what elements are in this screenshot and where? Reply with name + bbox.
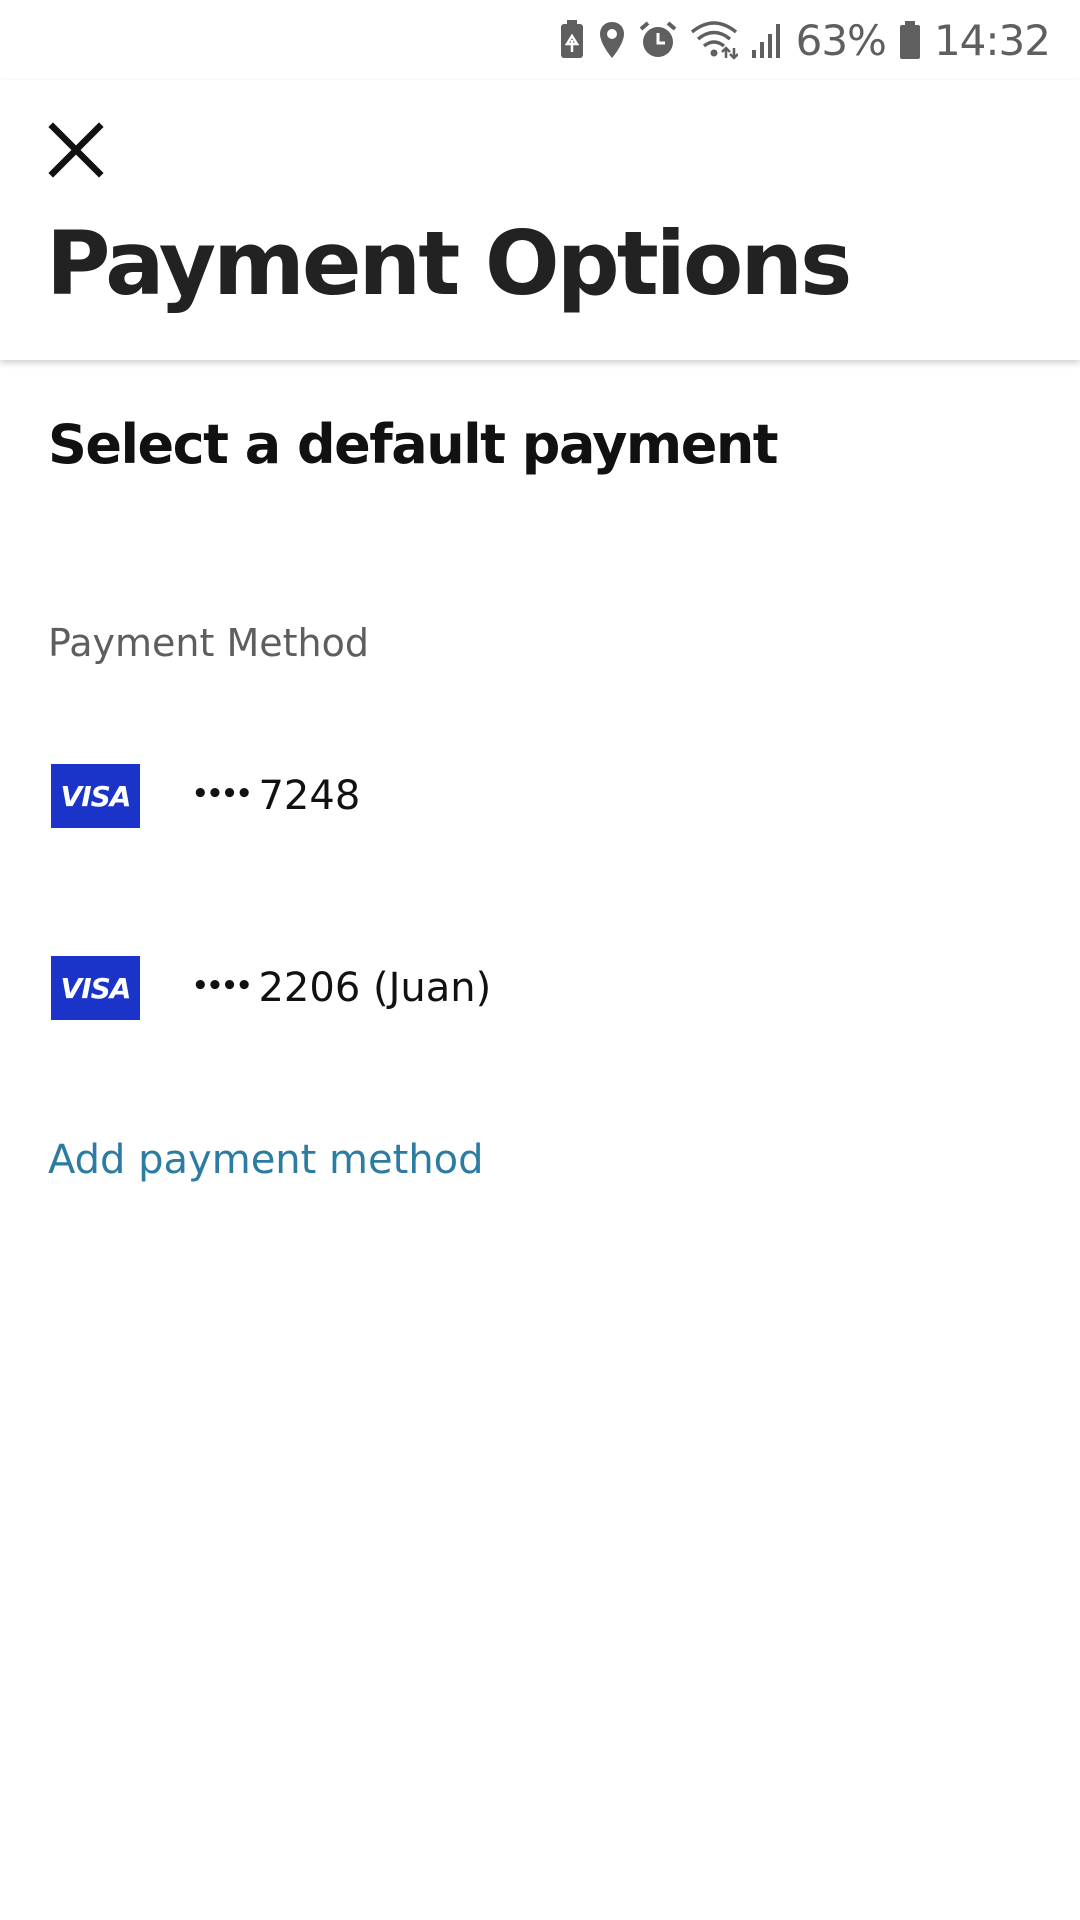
section-heading: Select a default payment: [48, 413, 779, 476]
payment-options-screen: 63% 14:32 Payment Options Select a defau…: [0, 0, 1080, 1920]
signal-icon: [750, 20, 784, 60]
location-icon: [598, 20, 626, 60]
page-title: Payment Options: [46, 212, 852, 315]
alarm-icon: [638, 20, 678, 60]
wifi-icon: [690, 20, 738, 60]
header: Payment Options: [0, 80, 1080, 360]
payment-method-row[interactable]: VISA •••• 2206 (Juan): [0, 918, 1080, 1058]
close-icon: [47, 121, 105, 183]
battery-icon: [898, 20, 922, 60]
payment-method-label: Payment Method: [48, 621, 369, 665]
close-button[interactable]: [40, 116, 112, 188]
status-bar: 63% 14:32: [0, 0, 1080, 80]
card-number: 7248: [258, 773, 361, 819]
card-number: 2206 (Juan): [258, 965, 492, 1011]
masked-dots: ••••: [192, 971, 253, 1001]
masked-dots: ••••: [192, 779, 253, 809]
payment-method-row[interactable]: VISA •••• 7248: [0, 726, 1080, 866]
visa-logo-icon: VISA: [51, 764, 140, 828]
battery-percent: 63%: [795, 15, 887, 65]
add-payment-method-link[interactable]: Add payment method: [48, 1140, 484, 1180]
battery-saver-icon: [558, 20, 586, 60]
status-time: 14:32: [933, 15, 1051, 65]
visa-logo-icon: VISA: [51, 956, 140, 1020]
